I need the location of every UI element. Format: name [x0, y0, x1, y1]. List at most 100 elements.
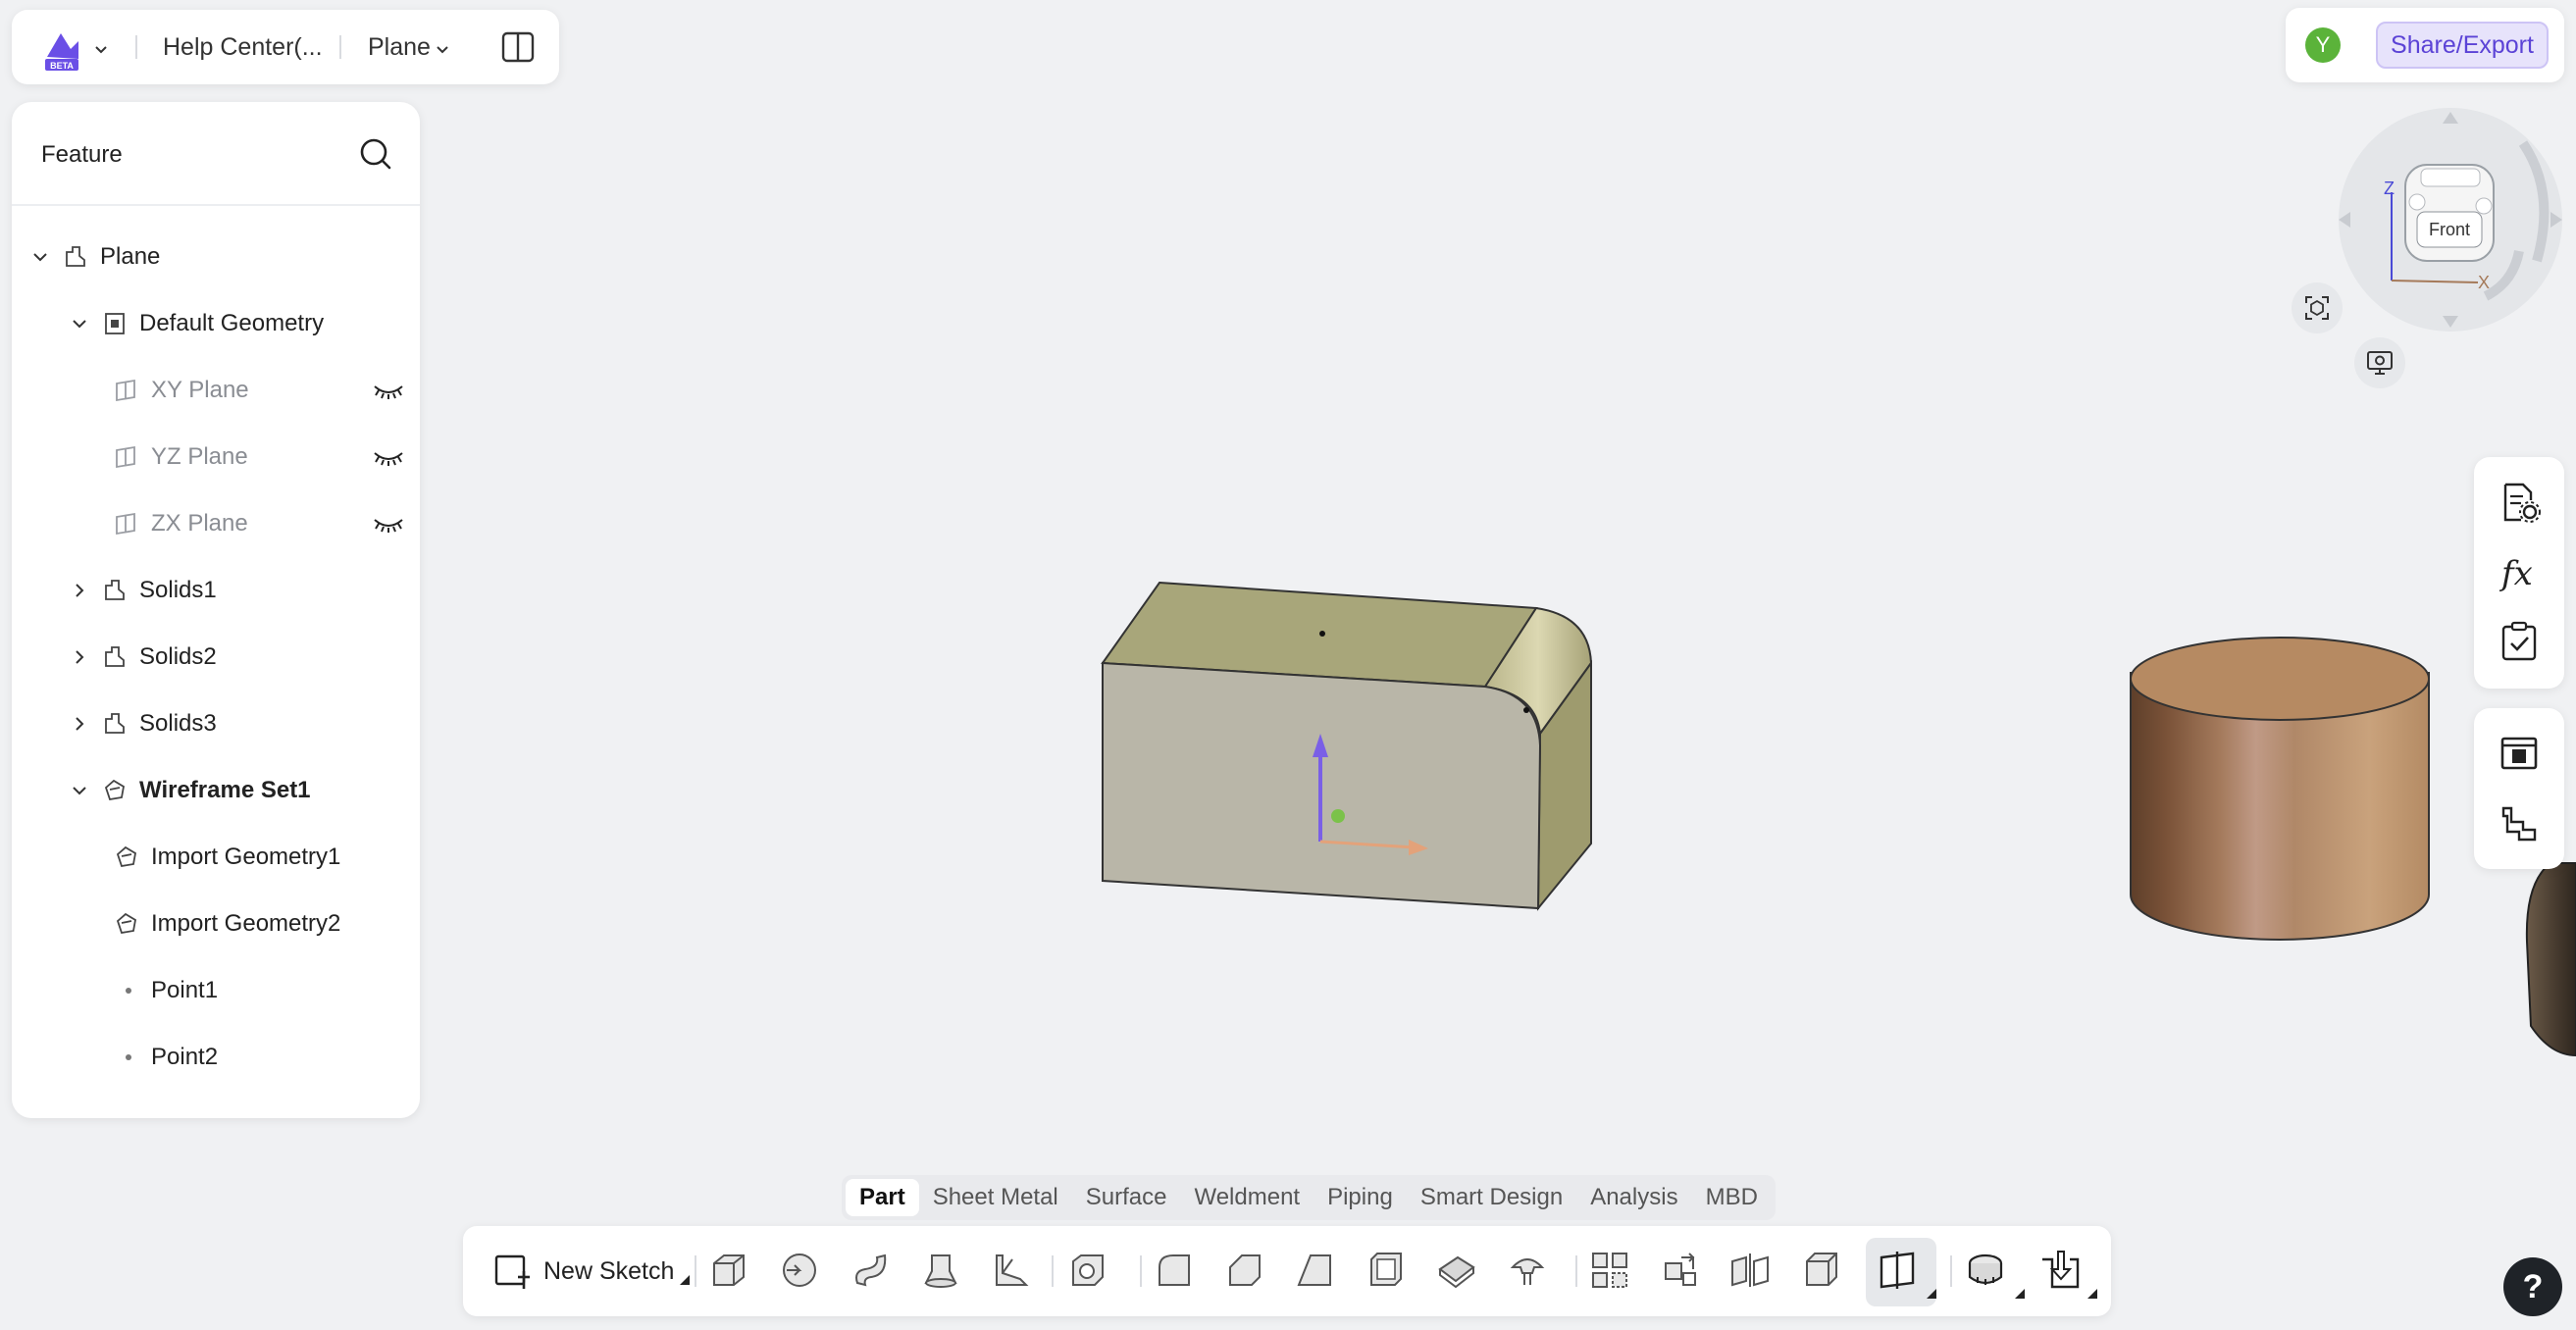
tree-item-label: Plane [100, 243, 161, 270]
new-sketch-button[interactable]: New Sketch [492, 1246, 701, 1297]
tree-item-label: Point1 [151, 977, 219, 1003]
tree-item-label: ZX Plane [151, 510, 248, 537]
tree-item-solids3[interactable]: Solids3 [71, 704, 217, 743]
point-icon [126, 988, 131, 994]
dropdown-triangle-icon[interactable] [2015, 1289, 2025, 1299]
beta-badge: BETA [50, 61, 74, 71]
chevron-down-icon[interactable] [71, 315, 88, 332]
box-top-face [1101, 581, 1538, 689]
tree-item-point2[interactable]: Point2 [114, 1038, 218, 1077]
tree-item-plane[interactable]: Plane [31, 237, 160, 277]
breadcrumb-part[interactable]: Plane [368, 33, 431, 62]
tree-item-solids1[interactable]: Solids1 [71, 571, 217, 610]
tree-item-wireframe-set1[interactable]: Wireframe Set1 [71, 771, 311, 810]
app-logo-icon[interactable]: BETA [39, 27, 84, 73]
tree-item-label: Import Geometry2 [151, 910, 341, 937]
transform-icon[interactable] [1658, 1248, 1703, 1293]
camera-view-button[interactable] [2354, 337, 2405, 388]
toggle-panel-icon[interactable] [500, 29, 536, 65]
tree-item-solids2[interactable]: Solids2 [71, 638, 217, 677]
avatar[interactable]: Y [2305, 27, 2341, 63]
workbench-tabs: Part Sheet Metal Surface Weldment Piping… [842, 1175, 1776, 1220]
rib-icon[interactable] [989, 1248, 1034, 1293]
shell-icon[interactable] [1364, 1248, 1409, 1293]
tree-item-label: XY Plane [151, 377, 249, 403]
solid-box-icon[interactable] [1799, 1248, 1844, 1293]
view-cube[interactable]: Z X Front [2331, 104, 2562, 335]
tab-sheet-metal[interactable]: Sheet Metal [919, 1179, 1072, 1216]
chevron-right-icon[interactable] [71, 648, 88, 666]
tab-weldment[interactable]: Weldment [1180, 1179, 1314, 1216]
chevron-down-icon[interactable] [31, 248, 49, 266]
assembly-mate-icon[interactable] [2498, 802, 2541, 845]
fillet-icon[interactable] [1152, 1248, 1197, 1293]
pattern-icon[interactable] [1587, 1248, 1632, 1293]
bottom-toolbar: New Sketch [463, 1226, 2111, 1316]
chevron-down-icon[interactable] [71, 782, 88, 799]
tab-piping[interactable]: Piping [1314, 1179, 1407, 1216]
point-icon [126, 1054, 131, 1060]
chevron-right-icon[interactable] [71, 715, 88, 733]
tab-part[interactable]: Part [846, 1179, 919, 1216]
checklist-icon[interactable] [2498, 620, 2541, 663]
fit-view-button[interactable] [2292, 282, 2343, 333]
cylinder-top [2130, 637, 2430, 721]
tree-item-yz-plane[interactable]: YZ Plane [114, 437, 404, 477]
tree-item-import-geometry2[interactable]: Import Geometry2 [114, 904, 340, 944]
tab-mbd[interactable]: MBD [1692, 1179, 1772, 1216]
tree-item-import-geometry1[interactable]: Import Geometry1 [114, 838, 340, 877]
tree-item-point1[interactable]: Point1 [114, 971, 218, 1010]
breadcrumb-document[interactable]: Help Center(... [163, 33, 323, 62]
geometry-icon [105, 313, 125, 334]
solid-icon [105, 646, 125, 667]
reference-plane-icon[interactable] [1878, 1248, 1923, 1293]
box-front-face [1102, 661, 1542, 910]
document-settings-icon[interactable] [2498, 481, 2541, 524]
solid-icon [105, 713, 125, 734]
share-panel: Y Share/Export [2286, 8, 2564, 82]
cylinder-body [2130, 672, 2430, 941]
chamfer-icon[interactable] [1222, 1248, 1267, 1293]
loft-icon[interactable] [918, 1248, 963, 1293]
share-export-button[interactable]: Share/Export [2376, 22, 2549, 69]
tree-item-label: Default Geometry [139, 310, 325, 336]
wireframe-icon [104, 779, 125, 801]
eye-closed-icon[interactable] [373, 381, 404, 400]
function-fx-icon[interactable]: fx [2498, 551, 2541, 594]
eye-closed-icon[interactable] [373, 447, 404, 467]
dropdown-triangle-icon[interactable] [1927, 1289, 1936, 1299]
tab-smart-design[interactable]: Smart Design [1407, 1179, 1576, 1216]
revolve-icon[interactable] [777, 1248, 822, 1293]
plane-icon [116, 445, 135, 469]
thicken-icon[interactable] [1434, 1248, 1479, 1293]
dropdown-triangle-icon [680, 1275, 691, 1285]
screen-camera-icon [2367, 351, 2393, 375]
box-side-face [1536, 659, 1592, 911]
search-icon[interactable] [357, 135, 394, 173]
hole-icon[interactable] [1065, 1248, 1110, 1293]
section-view-icon[interactable] [2038, 1248, 2084, 1293]
help-button[interactable]: ? [2503, 1257, 2562, 1316]
axis-z-label: Z [2384, 179, 2395, 198]
sweep-icon[interactable] [848, 1248, 893, 1293]
axis-x-label: X [2478, 273, 2490, 292]
chevron-down-icon[interactable] [436, 45, 449, 55]
tree-item-zx-plane[interactable]: ZX Plane [114, 504, 404, 543]
tree-item-xy-plane[interactable]: XY Plane [114, 371, 404, 410]
measure-tape-icon[interactable] [1964, 1248, 2009, 1293]
tab-analysis[interactable]: Analysis [1576, 1179, 1691, 1216]
dropdown-triangle-icon[interactable] [2087, 1289, 2097, 1299]
mold-icon[interactable] [1505, 1248, 1550, 1293]
eye-closed-icon[interactable] [373, 514, 404, 534]
tab-surface[interactable]: Surface [1072, 1179, 1181, 1216]
fit-view-icon [2305, 296, 2329, 320]
chevron-right-icon[interactable] [71, 582, 88, 599]
tree-item-label: Point2 [151, 1044, 219, 1070]
mirror-icon[interactable] [1728, 1248, 1774, 1293]
feature-panel: Feature Plane Default Geometry XY Plane … [12, 102, 420, 1118]
tree-item-default-geometry[interactable]: Default Geometry [71, 304, 324, 343]
draft-icon[interactable] [1293, 1248, 1338, 1293]
chevron-down-icon[interactable] [94, 45, 108, 55]
drawing-template-icon[interactable] [2498, 732, 2541, 775]
extrude-icon[interactable] [706, 1248, 751, 1293]
